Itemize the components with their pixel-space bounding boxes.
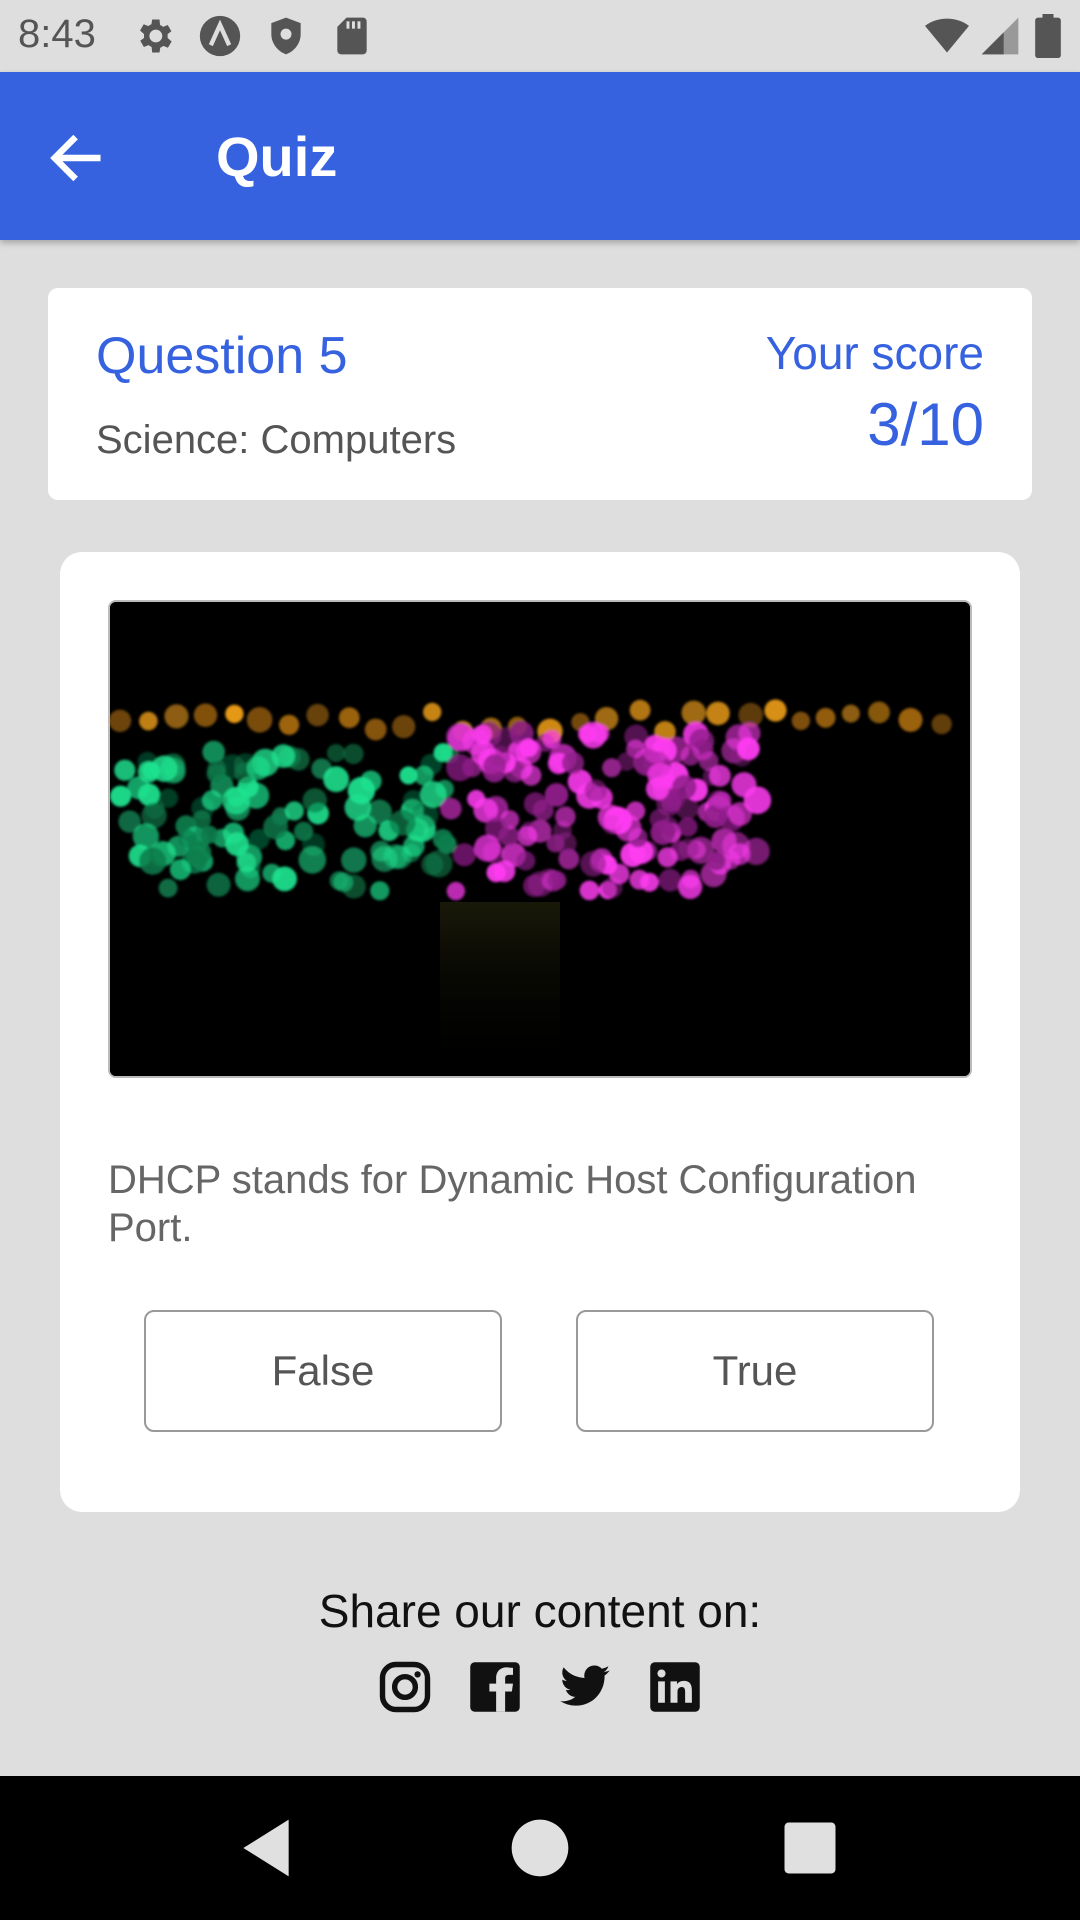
- false-answer-button[interactable]: False: [144, 1310, 502, 1432]
- score-label: Your score: [765, 327, 984, 379]
- page-title: Quiz: [216, 125, 338, 188]
- share-label: Share our content on:: [318, 1585, 762, 1637]
- question-number: Question 5: [96, 327, 348, 385]
- arrow-left-icon[interactable]: [44, 126, 108, 190]
- question-text: DHCP stands for Dynamic Host Configurati…: [108, 1158, 917, 1250]
- status-bar: 8:43: [0, 0, 1080, 72]
- back-triangle-icon[interactable]: [232, 1814, 300, 1882]
- social-links: [0, 1660, 1080, 1718]
- question-category: Science: Computers: [96, 418, 457, 462]
- recents-square-icon[interactable]: [776, 1814, 844, 1882]
- shield-icon: [271, 17, 301, 55]
- app-bar: Quiz: [0, 72, 1080, 240]
- navigation-bar: [0, 1776, 1080, 1920]
- score-value: 3/10: [867, 391, 984, 458]
- battery-icon: [1035, 14, 1061, 58]
- instagram-icon[interactable]: [378, 1660, 432, 1714]
- linkedin-icon[interactable]: [648, 1660, 702, 1714]
- question-header-card: Question 5 Science: Computers Your score…: [48, 288, 1032, 500]
- bokeh-lights-photo: [110, 602, 970, 1076]
- app-logo-icon: [199, 15, 241, 57]
- question-card: DHCP stands for Dynamic Host Configurati…: [60, 552, 1020, 1512]
- twitter-icon[interactable]: [558, 1660, 612, 1714]
- question-image: [108, 600, 972, 1078]
- settings-icon: [140, 19, 172, 53]
- sd-card-icon: [337, 17, 367, 55]
- status-time: 8:43: [18, 12, 96, 56]
- signal-icon: [981, 17, 1019, 55]
- wifi-icon: [925, 18, 969, 53]
- facebook-icon[interactable]: [468, 1660, 522, 1714]
- true-answer-button[interactable]: True: [576, 1310, 934, 1432]
- home-circle-icon[interactable]: [506, 1814, 574, 1882]
